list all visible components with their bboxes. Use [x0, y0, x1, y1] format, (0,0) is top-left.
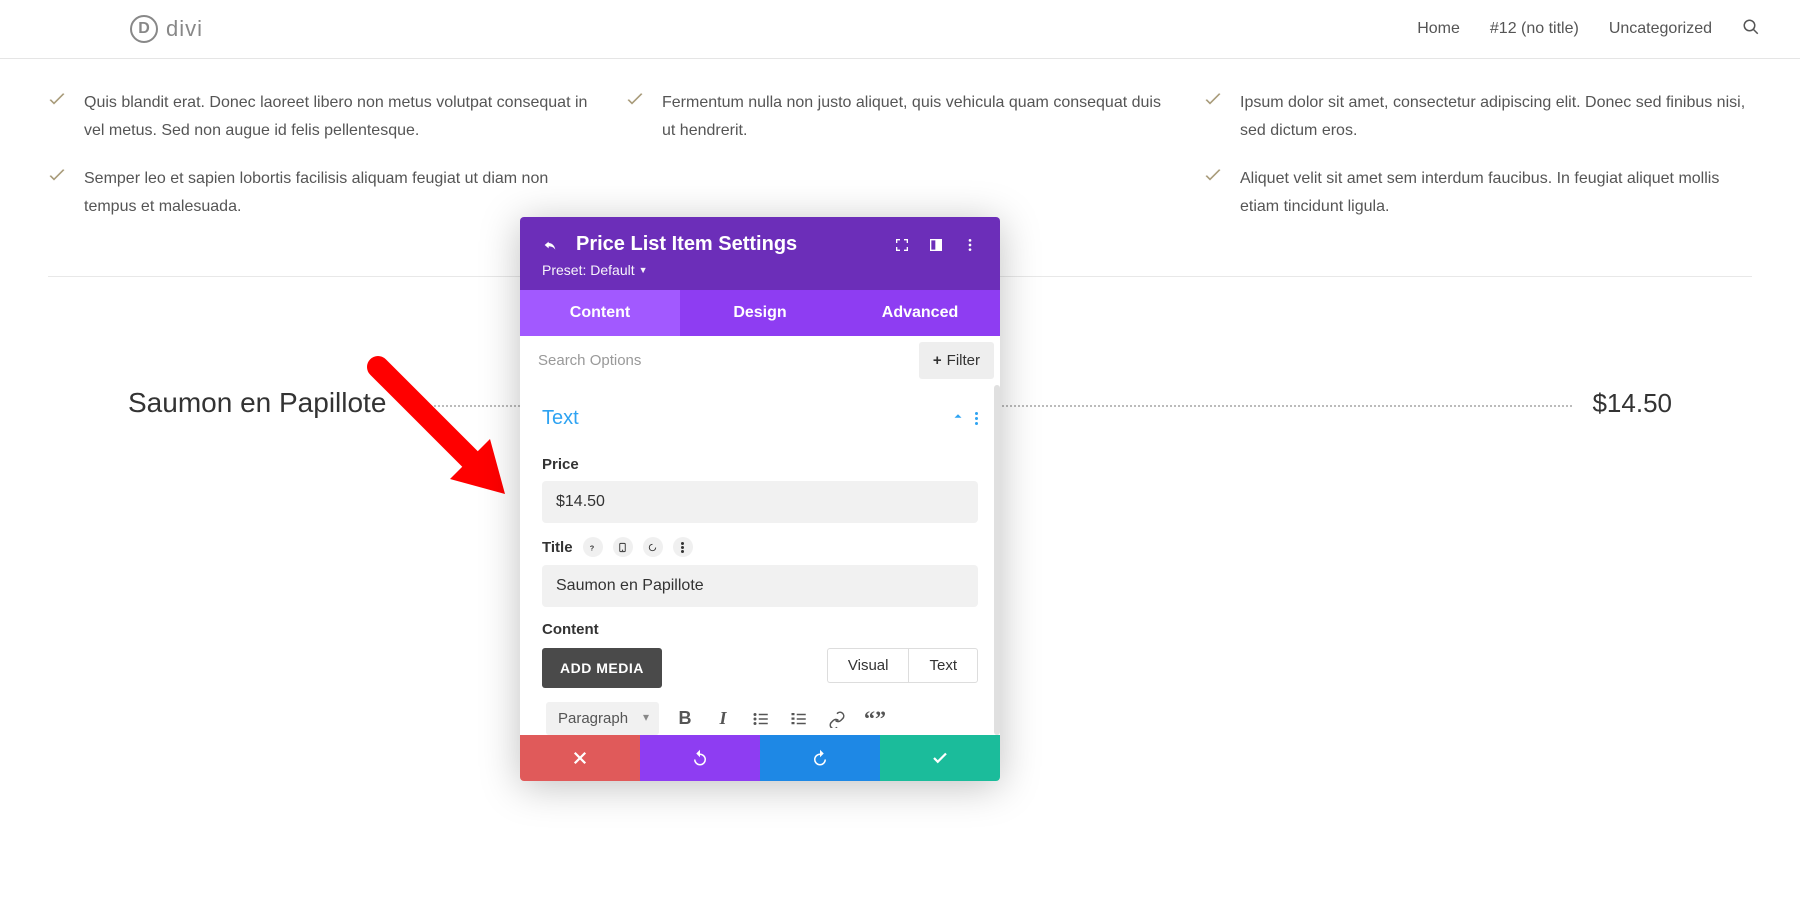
more-icon[interactable]	[962, 237, 978, 253]
search-icon[interactable]	[1742, 18, 1760, 41]
back-icon[interactable]	[542, 237, 558, 253]
annotation-arrow-icon	[360, 349, 520, 509]
feature-columns: Quis blandit erat. Donec laoreet libero …	[48, 89, 1752, 221]
undo-button[interactable]	[640, 735, 760, 781]
check-icon	[1204, 169, 1222, 188]
tab-design[interactable]: Design	[680, 290, 840, 336]
svg-text:?: ?	[590, 543, 595, 552]
feature-item: Ipsum dolor sit amet, consectetur adipis…	[1204, 89, 1752, 145]
cancel-button[interactable]	[520, 735, 640, 781]
snap-icon[interactable]	[928, 237, 944, 253]
feature-text: Fermentum nulla non justo aliquet, quis …	[662, 89, 1174, 145]
save-button[interactable]	[880, 735, 1000, 781]
check-icon	[48, 169, 66, 188]
nav-12[interactable]: #12 (no title)	[1490, 20, 1579, 38]
search-row: +Filter	[520, 336, 1000, 385]
feature-item: Semper leo et sapien lobortis facilisis …	[48, 165, 596, 221]
number-list-icon[interactable]	[787, 707, 811, 731]
add-media-button[interactable]: ADD MEDIA	[542, 648, 662, 688]
modal-body: Text Price Title ? Content ADD MEDIA Vis…	[520, 385, 1000, 735]
field-more-icon[interactable]	[673, 537, 693, 557]
help-icon[interactable]: ?	[583, 537, 603, 557]
price-input[interactable]	[542, 481, 978, 523]
collapse-icon[interactable]	[951, 409, 965, 428]
redo-button[interactable]	[760, 735, 880, 781]
feature-text: Quis blandit erat. Donec laoreet libero …	[84, 89, 596, 145]
primary-nav: Home #12 (no title) Uncategorized	[1417, 18, 1760, 41]
tab-advanced[interactable]: Advanced	[840, 290, 1000, 336]
hover-icon[interactable]	[643, 537, 663, 557]
top-bar: D divi Home #12 (no title) Uncategorized	[0, 0, 1800, 59]
bold-icon[interactable]: B	[673, 707, 697, 731]
feature-item: Quis blandit erat. Donec laoreet libero …	[48, 89, 596, 145]
expand-icon[interactable]	[894, 237, 910, 253]
settings-modal: Price List Item Settings Preset: Default…	[520, 217, 1000, 781]
section-more-icon[interactable]	[975, 412, 978, 425]
search-input[interactable]	[520, 338, 913, 383]
site-logo[interactable]: D divi	[130, 15, 203, 43]
feature-text: Aliquet velit sit amet sem interdum fauc…	[1240, 165, 1752, 221]
link-icon[interactable]	[825, 707, 849, 731]
title-input[interactable]	[542, 565, 978, 607]
feature-text: Semper leo et sapien lobortis facilisis …	[84, 165, 596, 221]
feature-text: Ipsum dolor sit amet, consectetur adipis…	[1240, 89, 1752, 145]
check-icon	[48, 93, 66, 112]
modal-title: Price List Item Settings	[576, 233, 876, 256]
section-title: Text	[542, 407, 951, 430]
preset-selector[interactable]: Preset: Default▼	[542, 262, 978, 278]
price-label: Price	[542, 456, 978, 473]
bullet-list-icon[interactable]	[749, 707, 773, 731]
menu-item-price: $14.50	[1592, 388, 1672, 419]
editor-tab-visual[interactable]: Visual	[827, 648, 909, 683]
feature-item: Fermentum nulla non justo aliquet, quis …	[626, 89, 1174, 145]
quote-icon[interactable]: “”	[863, 707, 887, 731]
tab-content[interactable]: Content	[520, 290, 680, 336]
modal-tabs: Content Design Advanced	[520, 290, 1000, 336]
modal-header[interactable]: Price List Item Settings Preset: Default…	[520, 217, 1000, 290]
content-label: Content	[542, 621, 978, 638]
title-label: Title ?	[542, 537, 978, 557]
modal-footer	[520, 735, 1000, 781]
filter-button[interactable]: +Filter	[919, 342, 994, 379]
section-text-header[interactable]: Text	[542, 395, 978, 442]
check-icon	[626, 93, 644, 112]
logo-text: divi	[166, 16, 203, 42]
check-icon	[1204, 93, 1222, 112]
editor-toolbar: Paragraph B I “”	[542, 688, 978, 735]
italic-icon[interactable]: I	[711, 707, 735, 731]
menu-item-title: Saumon en Papillote	[128, 387, 386, 419]
responsive-icon[interactable]	[613, 537, 633, 557]
paragraph-select[interactable]: Paragraph	[546, 702, 659, 735]
nav-uncategorized[interactable]: Uncategorized	[1609, 20, 1712, 38]
editor-tab-text[interactable]: Text	[908, 648, 978, 683]
logo-icon: D	[130, 15, 158, 43]
nav-home[interactable]: Home	[1417, 20, 1460, 38]
feature-item: Aliquet velit sit amet sem interdum fauc…	[1204, 165, 1752, 221]
